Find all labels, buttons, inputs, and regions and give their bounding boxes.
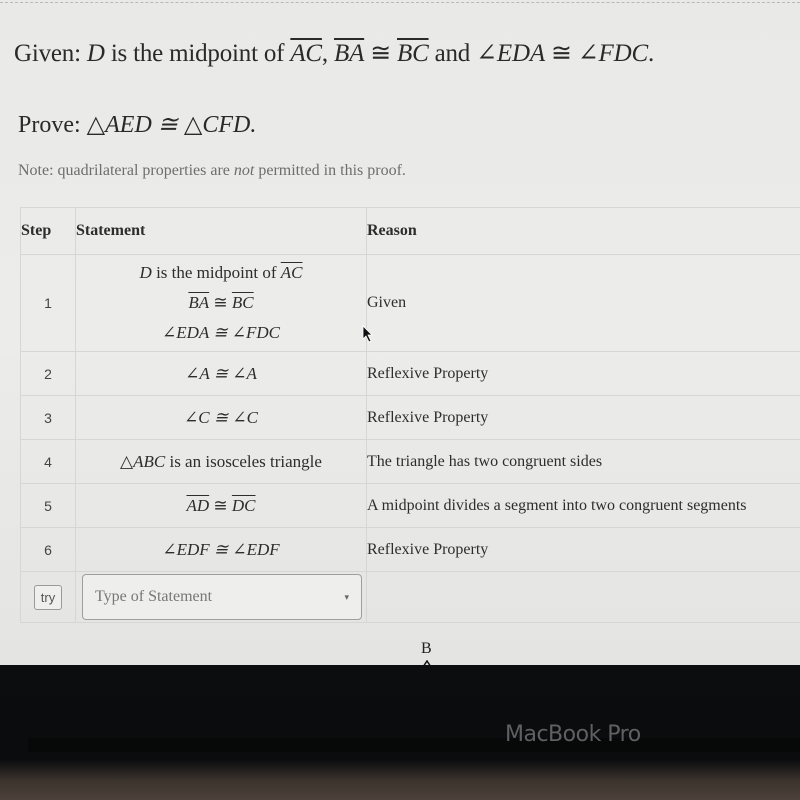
step-number: 1 [20, 254, 76, 352]
header-step: Step [20, 207, 76, 255]
device-brand: MacBook Pro [505, 722, 641, 747]
stmt-var: D [139, 263, 152, 282]
statement-line: D is the midpoint of AC [76, 258, 366, 288]
proof-table: Step Statement Reason 1 D is the midpoin… [20, 207, 800, 623]
stmt-text: is an isosceles triangle [165, 451, 322, 471]
stmt-seg: BA [188, 293, 210, 312]
table-row[interactable]: 3 ∠C ≅ ∠C Reflexive Property [20, 395, 800, 440]
note-emphasis: not [233, 162, 255, 179]
mouse-cursor-icon [362, 325, 373, 343]
reason-cell[interactable]: Reflexive Property [366, 351, 800, 396]
prove-statement: Prove: △AED ≅ △CFD. [18, 110, 256, 139]
given-cong: ≅ [364, 40, 398, 67]
given-cong-2: ≅ [544, 40, 578, 67]
step-number: 5 [20, 483, 76, 528]
stmt-math: △ABC [120, 451, 166, 471]
statement-cell[interactable]: ∠A ≅ ∠A [75, 351, 367, 396]
stmt-seg: DC [231, 495, 256, 515]
table-row[interactable]: 4 △ABC is an isosceles triangle The tria… [20, 439, 800, 484]
diagram-vertex-label: B [421, 640, 432, 657]
given-angle-fdc: ∠FDC [577, 40, 648, 67]
header-statement: Statement [75, 207, 367, 255]
given-angle-eda: ∠EDA [476, 40, 545, 67]
statement-type-select[interactable]: Type of Statement ▾ [82, 574, 362, 620]
select-cell: Type of Statement ▾ [75, 571, 367, 623]
step-number: 3 [20, 395, 76, 440]
bezel-lip [28, 738, 800, 752]
note-prefix: Note: quadrilateral properties are [18, 162, 234, 179]
reason-cell[interactable]: Reflexive Property [366, 395, 800, 440]
reason-cell[interactable]: Given [366, 254, 800, 352]
table-row[interactable]: 2 ∠A ≅ ∠A Reflexive Property [20, 351, 800, 396]
given-label: Given: [14, 40, 81, 67]
given-and: and [428, 40, 477, 67]
note: Note: quadrilateral properties are not p… [18, 162, 406, 180]
laptop-bezel [0, 665, 800, 800]
try-row: try Type of Statement ▾ [20, 571, 800, 623]
given-var-d: D [86, 40, 105, 67]
stmt-cong: ≅ [209, 293, 232, 312]
given-comma: , [321, 40, 334, 67]
statement-line: BA ≅ BC [76, 288, 366, 318]
prove-label: Prove: [18, 112, 81, 138]
stmt-seg: AC [280, 263, 303, 282]
note-suffix: permitted in this proof. [254, 162, 406, 179]
stmt-text: is the midpoint of [151, 263, 281, 282]
table-row[interactable]: 6 ∠EDF ≅ ∠EDF Reflexive Property [20, 527, 800, 572]
given-seg-ba: BA [334, 40, 365, 67]
statement-cell[interactable]: AD ≅ DC [75, 483, 367, 528]
chevron-down-icon[interactable]: ▾ [344, 592, 349, 603]
reason-cell[interactable]: Reflexive Property [366, 527, 800, 572]
step-number: 4 [20, 439, 76, 484]
statement-cell[interactable]: △ABC is an isosceles triangle [75, 439, 367, 484]
table-row[interactable]: 5 AD ≅ DC A midpoint divides a segment i… [20, 483, 800, 528]
try-cell: try [20, 571, 76, 623]
stmt-seg: AD [186, 495, 210, 515]
reason-cell[interactable]: The triangle has two congruent sides [366, 439, 800, 484]
prove-math: △AED ≅ △CFD. [86, 112, 257, 138]
statement-cell[interactable]: D is the midpoint of AC BA ≅ BC ∠EDA ≅ ∠… [75, 254, 367, 352]
stmt-seg: BC [231, 293, 254, 312]
given-period: . [647, 40, 654, 67]
table-row[interactable]: 1 D is the midpoint of AC BA ≅ BC ∠EDA ≅… [20, 254, 800, 352]
given-text: is the midpoint of [104, 40, 291, 67]
statement-line: ∠EDA ≅ ∠FDC [162, 323, 280, 342]
try-button[interactable]: try [33, 584, 63, 610]
statement-cell[interactable]: ∠EDF ≅ ∠EDF [75, 527, 367, 572]
header-reason: Reason [366, 207, 800, 255]
given-statement: Given: D is the midpoint of AC, BA ≅ BC … [14, 38, 654, 68]
stmt-cong: ≅ [209, 495, 232, 515]
top-divider [0, 2, 800, 7]
step-number: 6 [20, 527, 76, 572]
step-number: 2 [20, 351, 76, 396]
table-header-row: Step Statement Reason [20, 207, 800, 255]
select-placeholder: Type of Statement [95, 588, 213, 605]
statement-cell[interactable]: ∠C ≅ ∠C [75, 395, 367, 440]
given-seg-ac: AC [290, 40, 322, 67]
given-seg-bc: BC [397, 40, 429, 67]
empty-reason-cell [366, 571, 800, 623]
screen: Given: D is the midpoint of AC, BA ≅ BC … [0, 0, 800, 665]
reason-cell[interactable]: A midpoint divides a segment into two co… [366, 483, 800, 528]
